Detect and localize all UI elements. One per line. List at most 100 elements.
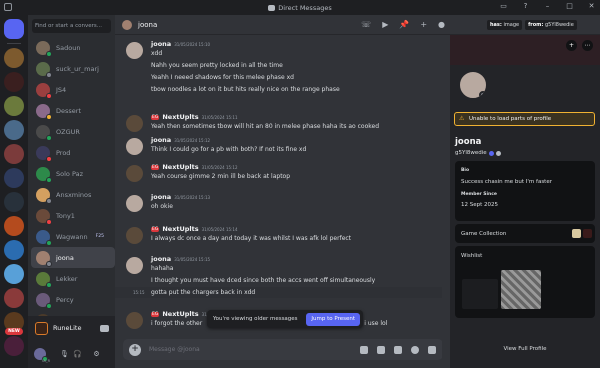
microphone-icon[interactable]: 🎙 <box>60 350 69 359</box>
server-icon[interactable] <box>4 96 24 116</box>
voice-call-icon[interactable]: ☏ <box>361 20 371 29</box>
dm-item[interactable]: JS4 <box>31 79 115 100</box>
jump-to-present-button[interactable]: Jump to Present <box>306 312 360 326</box>
message-author[interactable]: NextUplts <box>162 113 198 121</box>
server-icon[interactable] <box>4 336 24 356</box>
server-icon[interactable]: NEW <box>4 312 24 335</box>
dm-item[interactable]: suck_ur_marj <box>31 58 115 79</box>
server-icon[interactable] <box>4 264 24 284</box>
message-text: Yeah course gimme 2 min ill be back at l… <box>151 173 291 180</box>
wishlist-item-image[interactable] <box>501 270 541 309</box>
settings-gear-icon[interactable]: ⚙ <box>92 350 101 359</box>
profile-avatar[interactable] <box>457 69 489 101</box>
message-author[interactable]: NextUplts <box>162 163 198 171</box>
dm-search-input[interactable]: Find or start a convers... <box>32 19 111 33</box>
server-icon[interactable] <box>4 216 24 236</box>
video-call-icon[interactable]: ▶ <box>382 20 388 29</box>
user-profile-icon[interactable]: ● <box>438 20 445 29</box>
message-avatar[interactable] <box>126 42 143 59</box>
dm-list: Sadoun suck_ur_marj JS4 Dessert OZGUR Prod Sol… <box>31 37 115 331</box>
dm-item[interactable]: Prod <box>31 142 115 163</box>
message-header: EG NextUplts 31/05/2024 15:11 <box>151 113 238 121</box>
server-icon[interactable] <box>4 120 24 140</box>
message-input[interactable] <box>149 346 360 353</box>
message-author[interactable]: joona <box>151 255 171 263</box>
dm-item[interactable]: Dessert <box>31 100 115 121</box>
wishlist-item-image[interactable] <box>462 279 498 309</box>
dm-item[interactable]: joona <box>31 247 115 268</box>
message-header: joona 31/05/2024 15:10 <box>151 40 210 48</box>
wishlist-card[interactable]: Wishlist <box>455 246 595 318</box>
message-avatar[interactable] <box>126 195 143 212</box>
add-friends-icon[interactable]: + <box>420 20 427 29</box>
server-icon[interactable] <box>4 192 24 212</box>
message-avatar[interactable] <box>126 227 143 244</box>
headphones-icon[interactable]: 🎧 <box>73 350 82 359</box>
server-icon[interactable] <box>4 168 24 188</box>
emoji-icon[interactable] <box>411 345 419 354</box>
server-icon[interactable] <box>4 240 24 260</box>
add-friend-icon[interactable]: + <box>566 40 577 51</box>
recipient-avatar[interactable] <box>122 19 132 30</box>
recipient-name[interactable]: joona <box>138 21 157 29</box>
message-author[interactable]: joona <box>151 40 171 48</box>
message-avatar[interactable] <box>126 257 143 274</box>
dm-item[interactable]: OZGUR <box>31 121 115 142</box>
help-icon[interactable]: ? <box>521 2 530 10</box>
server-icon[interactable] <box>4 72 24 92</box>
clan-tag: F25 <box>95 234 104 239</box>
search-filter-key: has: <box>490 21 502 28</box>
close-button[interactable]: ✕ <box>587 2 596 10</box>
profile-status-indicator <box>479 91 486 98</box>
new-badge: NEW <box>5 328 23 335</box>
profile-username-row: g5Yl8wedie <box>455 150 501 156</box>
search-filter-chip[interactable]: has: image <box>487 19 523 30</box>
dm-avatar <box>36 250 52 267</box>
sticker-icon[interactable] <box>394 345 402 354</box>
dm-item[interactable]: Lekker <box>31 268 115 289</box>
inbox-icon[interactable]: ▭ <box>499 2 508 10</box>
dm-item[interactable]: Ansxminos <box>31 184 115 205</box>
runelite-logo <box>35 321 48 335</box>
message-timestamp: 31/05/2024 15:10 <box>174 41 211 47</box>
bio-label: Bio <box>461 168 470 173</box>
server-icon[interactable] <box>4 48 24 68</box>
maximize-button[interactable]: □ <box>565 2 574 10</box>
message-avatar[interactable] <box>126 165 143 182</box>
search-bar[interactable]: has: image from: g5Yl8wedie <box>450 15 600 35</box>
back-arrow-icon[interactable] <box>4 3 12 11</box>
dm-avatar <box>36 82 52 99</box>
attach-plus-icon[interactable]: + <box>129 343 141 356</box>
gif-icon[interactable] <box>377 345 385 354</box>
activity-runelite[interactable]: RuneLite <box>28 316 115 340</box>
more-options-icon[interactable]: ⋯ <box>582 40 593 51</box>
dm-name: suck_ur_marj <box>56 64 99 73</box>
apps-icon[interactable] <box>428 345 436 354</box>
message-avatar[interactable] <box>126 312 143 329</box>
server-icon[interactable] <box>4 144 24 164</box>
dm-item[interactable]: Sadoun <box>31 37 115 58</box>
dm-avatar <box>36 166 52 183</box>
game-collection-card[interactable]: Game Collection <box>455 224 595 243</box>
message-avatar[interactable] <box>126 138 143 155</box>
view-full-profile-link[interactable]: View Full Profile <box>450 346 600 352</box>
dm-item[interactable]: Tony1 <box>31 205 115 226</box>
dm-item[interactable]: Solo Paz <box>31 163 115 184</box>
message-author[interactable]: NextUplts <box>162 310 198 318</box>
message-author[interactable]: joona <box>151 136 171 144</box>
message-avatar[interactable] <box>126 115 143 132</box>
dm-item[interactable]: Percy <box>31 289 115 310</box>
server-icon[interactable] <box>4 288 24 308</box>
status-indicator <box>46 134 52 141</box>
pinned-messages-icon[interactable]: 📌 <box>399 20 409 29</box>
minimize-button[interactable]: – <box>543 2 552 10</box>
message-author[interactable]: NextUplts <box>162 225 198 233</box>
dm-item[interactable]: Wagwann F25 <box>31 226 115 247</box>
message-author[interactable]: joona <box>151 193 171 201</box>
home-discord-icon[interactable] <box>4 19 24 39</box>
gift-icon[interactable] <box>360 345 368 354</box>
search-filter-chip[interactable]: from: g5Yl8wedie <box>525 19 577 30</box>
dm-avatar <box>36 40 52 57</box>
title-bar: Direct Messages ▭ ? – □ ✕ <box>0 0 600 15</box>
screen-share-icon[interactable] <box>100 324 109 332</box>
